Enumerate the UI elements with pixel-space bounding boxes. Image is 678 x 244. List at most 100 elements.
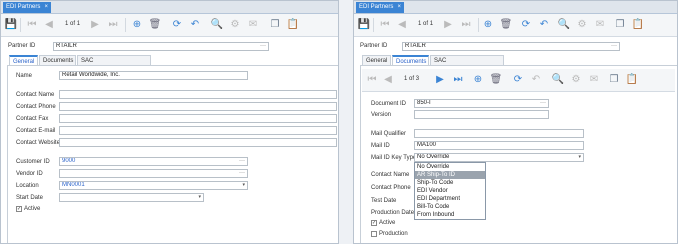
start-date-picker[interactable]: ▾ [59,193,204,202]
document-id-field[interactable]: 850-I ··· [414,99,549,108]
tab-general[interactable]: General [362,55,391,65]
panel-divider [339,0,353,244]
lookup-ellipsis-icon[interactable]: ··· [611,43,617,50]
search-icon[interactable]: 🔍 [558,19,570,31]
close-tab-icon[interactable]: × [44,2,48,13]
lookup-ellipsis-icon[interactable]: ··· [239,170,245,177]
pager-total: 3 [415,76,420,82]
delete-record-icon[interactable]: 🗑 [490,74,503,86]
previous-record-icon[interactable]: ◀ [382,74,394,86]
location-select[interactable]: MN0001 ▾ [59,181,248,190]
record-toolbar: 💾 ⏮ ◀ 1 of 1 ▶ ⏭ ⊕ 🗑 ⟳ ↶ 🔍 ⚙ ✉ ❐ 📋 [1,14,338,37]
previous-record-icon[interactable]: ◀ [396,19,408,31]
last-record-icon[interactable]: ⏭ [107,19,119,31]
undo-icon[interactable]: ↶ [530,74,542,86]
lookup-ellipsis-icon[interactable]: ··· [540,100,546,107]
production-checkbox[interactable] [371,231,377,237]
tab-sac-codes[interactable]: SAC Codes/Adjustments [430,55,504,74]
paste-icon[interactable]: 📋 [626,74,638,86]
chevron-down-icon[interactable]: ▾ [198,194,201,201]
add-record-icon[interactable]: ⊕ [472,74,484,86]
paste-icon[interactable]: 📋 [287,19,299,31]
contact-phone-input[interactable] [59,102,337,111]
add-record-icon[interactable]: ⊕ [482,19,494,31]
mail-icon[interactable]: ✉ [594,19,606,31]
record-toolbar: 💾 ⏮ ◀ 1 of 1 ▶ ⏭ ⊕ 🗑 ⟳ ↶ 🔍 ⚙ ✉ ❐ 📋 [354,14,677,37]
delete-record-icon[interactable]: 🗑 [149,19,162,31]
left-edi-partners-panel: EDI Partners × 💾 ⏮ ◀ 1 of 1 ▶ ⏭ ⊕ 🗑 ⟳ ↶ … [0,0,339,244]
chevron-down-icon[interactable]: ▾ [242,182,245,189]
partner-id-field[interactable]: RTAILR ··· [402,42,620,51]
location-label: Location [16,183,39,189]
dropdown-option[interactable]: Ship-To Code [415,179,485,187]
right-edi-partners-panel: EDI Partners × 💾 ⏮ ◀ 1 of 1 ▶ ⏭ ⊕ 🗑 ⟳ ↶ … [353,0,678,244]
contact-email-input[interactable] [59,126,337,135]
lookup-ellipsis-icon[interactable]: ··· [239,158,245,165]
contact-fax-input[interactable] [59,114,337,123]
active-label: Active [379,220,396,226]
next-record-icon[interactable]: ▶ [442,19,454,31]
mail-id-key-type-select[interactable]: No Override ▾ [414,153,584,162]
next-record-icon[interactable]: ▶ [89,19,101,31]
tab-general[interactable]: General [9,55,38,65]
next-record-icon[interactable]: ▶ [434,74,446,86]
active-checkbox[interactable]: ✓ [371,220,377,226]
dropdown-option[interactable]: EDI Vendor [415,187,485,195]
mail-qualifier-input[interactable] [414,129,584,138]
tab-documents[interactable]: Documents [39,55,76,65]
mail-id-key-type-value: No Override [417,154,450,160]
search-icon[interactable]: 🔍 [552,74,564,86]
dropdown-option-highlighted[interactable]: AR Ship-To ID [415,171,485,179]
tab-sac-codes[interactable]: SAC Codes/Adjustments [77,55,151,74]
mail-icon[interactable]: ✉ [247,19,259,31]
dropdown-option[interactable]: Bill-To Code [415,203,485,211]
add-record-icon[interactable]: ⊕ [131,19,143,31]
mail-icon[interactable]: ✉ [588,74,600,86]
undo-icon[interactable]: ↶ [538,19,550,31]
mail-id-input[interactable]: MA100 [414,141,584,150]
last-record-icon[interactable]: ⏭ [452,74,464,86]
dropdown-option[interactable]: No Override [415,163,485,171]
document-id-label: Document ID [371,101,407,107]
refresh-icon[interactable]: ⟳ [171,19,183,31]
lookup-ellipsis-icon[interactable]: ··· [260,43,266,50]
vendor-id-input[interactable]: ··· [59,169,248,178]
settings-icon[interactable]: ⚙ [229,19,241,31]
close-tab-icon[interactable]: × [397,2,401,13]
chevron-down-icon[interactable]: ▾ [578,154,581,161]
settings-icon[interactable]: ⚙ [576,19,588,31]
partner-id-field[interactable]: RTAILR ··· [53,42,269,51]
production-date-label: Production Date [371,210,415,216]
first-record-icon[interactable]: ⏮ [26,19,38,31]
undo-icon[interactable]: ↶ [189,19,201,31]
save-icon[interactable]: 💾 [5,19,17,31]
active-checkbox[interactable]: ✓ [16,206,22,212]
last-record-icon[interactable]: ⏭ [460,19,472,31]
name-input[interactable]: Retail Worldwide, Inc. [59,71,248,80]
contact-website-input[interactable] [59,138,337,147]
tab-documents[interactable]: Documents [392,55,429,65]
document-tab-strip: EDI Partners × [1,1,338,14]
dropdown-option[interactable]: EDI Department [415,195,485,203]
edi-partners-tab[interactable]: EDI Partners × [356,2,404,13]
paste-icon[interactable]: 📋 [632,19,644,31]
copy-icon[interactable]: ❐ [269,19,281,31]
partner-id-label: Partner ID [8,43,36,49]
contact-name-input[interactable] [59,90,337,99]
edi-partners-tab[interactable]: EDI Partners × [3,2,51,13]
dropdown-option[interactable]: From Inbound [415,211,485,219]
settings-icon[interactable]: ⚙ [570,74,582,86]
refresh-icon[interactable]: ⟳ [520,19,532,31]
customer-id-input[interactable]: 9000 ··· [59,157,248,166]
first-record-icon[interactable]: ⏮ [366,74,378,86]
first-record-icon[interactable]: ⏮ [379,19,391,31]
save-icon[interactable]: 💾 [358,19,370,31]
copy-icon[interactable]: ❐ [608,74,620,86]
previous-record-icon[interactable]: ◀ [43,19,55,31]
partner-id-label: Partner ID [360,43,388,49]
delete-record-icon[interactable]: 🗑 [500,19,513,31]
search-icon[interactable]: 🔍 [211,19,223,31]
refresh-icon[interactable]: ⟳ [512,74,524,86]
copy-icon[interactable]: ❐ [614,19,626,31]
version-input[interactable] [414,110,549,119]
